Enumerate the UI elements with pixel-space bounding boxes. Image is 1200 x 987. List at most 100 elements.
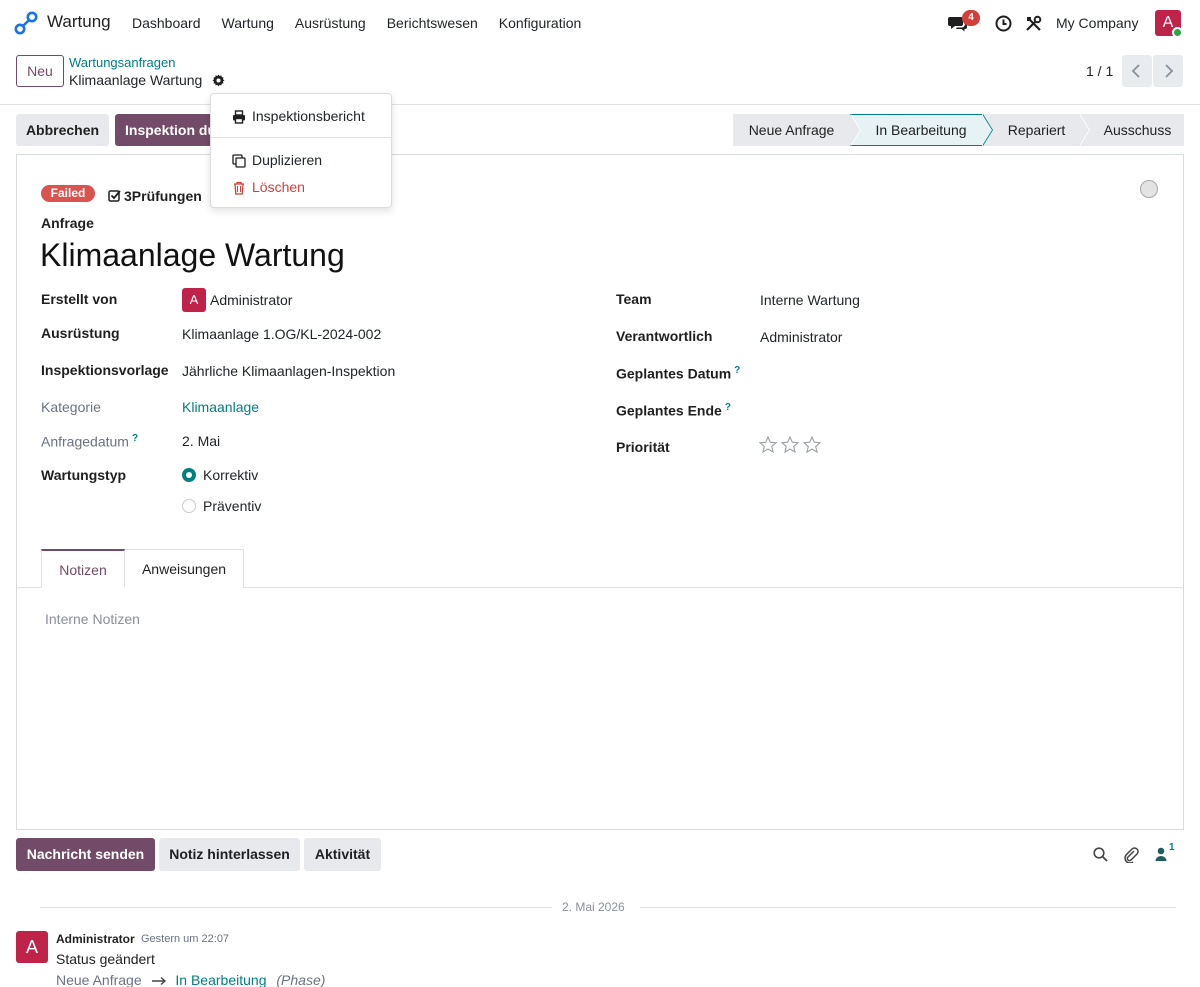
- checkbox-icon: [108, 190, 121, 202]
- field-label-priority: Priorität: [616, 439, 670, 455]
- status-bar: Neue Anfrage In Bearbeitung Repariert Au…: [733, 114, 1184, 146]
- date-separator: 2. Mai 2026: [562, 900, 625, 914]
- star-icon[interactable]: [759, 436, 777, 453]
- message-author[interactable]: Administrator: [56, 932, 135, 946]
- company-switcher[interactable]: My Company: [1056, 15, 1138, 31]
- menu-konfiguration[interactable]: Konfiguration: [499, 15, 582, 31]
- copy-icon: [232, 154, 246, 168]
- breadcrumb-parent[interactable]: Wartungsanfragen: [69, 55, 175, 70]
- search-icon[interactable]: [1093, 847, 1108, 862]
- label-text: Geplantes Datum: [616, 365, 732, 382]
- dropdown-divider: [211, 137, 391, 138]
- paperclip-icon[interactable]: [1123, 846, 1139, 863]
- chevron-right-icon: [1165, 64, 1174, 78]
- field-value-request-date[interactable]: 2. Mai: [182, 433, 220, 449]
- stage-in-bearbeitung[interactable]: In Bearbeitung: [850, 114, 993, 146]
- radio-label-corrective[interactable]: Korrektiv: [203, 467, 258, 483]
- stage-neue-anfrage[interactable]: Neue Anfrage: [733, 114, 861, 146]
- gear-dropdown-menu: Inspektionsbericht Duplizieren Löschen: [210, 93, 392, 208]
- kanban-state-circle[interactable]: [1140, 180, 1158, 198]
- field-label-inspection-template: Inspektionsvorlage: [41, 362, 169, 378]
- message-body: Status geändert: [56, 951, 155, 967]
- chevron-left-icon: [1131, 64, 1140, 78]
- checks-label: Prüfungen: [131, 188, 202, 204]
- field-label-maintenance-type: Wartungstyp: [41, 467, 127, 483]
- field-value-responsible[interactable]: Administrator: [760, 329, 842, 345]
- top-navbar: Wartung Dashboard Wartung Ausrüstung Ber…: [0, 0, 1200, 46]
- pager-value[interactable]: 1 / 1: [1086, 63, 1113, 79]
- follower-icon[interactable]: [1155, 847, 1167, 861]
- field-label-equipment: Ausrüstung: [41, 325, 120, 341]
- field-value-inspection-template[interactable]: Jährliche Klimaanlagen-Inspektion: [182, 363, 395, 379]
- priority-stars: [759, 436, 821, 453]
- stage-repariert[interactable]: Repariert: [982, 114, 1090, 146]
- online-status-dot: [1172, 27, 1183, 38]
- field-value-created-by[interactable]: Administrator: [210, 292, 292, 308]
- date-divider-left: [40, 907, 552, 908]
- log-note-button[interactable]: Notiz hinterlassen: [159, 838, 300, 871]
- help-tooltip-icon[interactable]: ?: [725, 402, 731, 413]
- field-value-team[interactable]: Interne Wartung: [760, 292, 860, 308]
- new-button[interactable]: Neu: [16, 55, 64, 87]
- send-message-button[interactable]: Nachricht senden: [16, 838, 155, 871]
- avatar[interactable]: A: [16, 931, 48, 963]
- cancel-button[interactable]: Abbrechen: [16, 114, 109, 146]
- tab-notizen[interactable]: Notizen: [41, 549, 125, 588]
- date-divider-right: [640, 907, 1176, 908]
- star-icon[interactable]: [803, 436, 821, 453]
- menu-ausruestung[interactable]: Ausrüstung: [295, 15, 366, 31]
- field-label-responsible: Verantwortlich: [616, 328, 713, 344]
- tab-anweisungen[interactable]: Anweisungen: [124, 549, 244, 588]
- inspect-button[interactable]: Inspektion durchführen: [115, 114, 215, 146]
- menu-item-label: Löschen: [252, 179, 305, 195]
- tracking-new-value: In Bearbeitung: [175, 972, 267, 987]
- radio-corrective[interactable]: [182, 468, 196, 482]
- status-badge: Failed: [41, 185, 95, 202]
- radio-label-preventive[interactable]: Präventiv: [203, 498, 261, 514]
- radio-preventive[interactable]: [182, 499, 196, 513]
- menu-item-inspection-report[interactable]: Inspektionsbericht: [211, 108, 391, 124]
- app-logo-icon[interactable]: [14, 11, 38, 35]
- breadcrumb-current: Klimaanlage Wartung: [69, 72, 203, 88]
- clock-icon[interactable]: [995, 15, 1012, 32]
- field-value-scheduled-date[interactable]: [760, 366, 1140, 384]
- tools-icon[interactable]: [1025, 15, 1042, 32]
- menu-item-delete[interactable]: Löschen: [211, 179, 391, 195]
- app-name[interactable]: Wartung: [47, 12, 111, 32]
- field-value-scheduled-end[interactable]: [760, 403, 1140, 421]
- field-label-scheduled-end: Geplantes Ende?: [616, 402, 731, 419]
- menu-wartung[interactable]: Wartung: [222, 15, 274, 31]
- print-icon: [233, 110, 245, 124]
- star-icon[interactable]: [781, 436, 799, 453]
- field-value-category[interactable]: Klimaanlage: [182, 399, 259, 415]
- avatar: A: [182, 288, 206, 312]
- notes-input[interactable]: Interne Notizen: [45, 611, 140, 627]
- checks-smart-button[interactable]: 3Prüfungen: [108, 188, 202, 204]
- field-label-category: Kategorie: [41, 399, 101, 415]
- menu-item-duplicate[interactable]: Duplizieren: [211, 152, 391, 168]
- trash-icon: [234, 181, 244, 195]
- activity-button[interactable]: Aktivität: [304, 838, 381, 871]
- field-label-scheduled-date: Geplantes Datum?: [616, 365, 740, 382]
- follower-count[interactable]: 1: [1169, 842, 1175, 853]
- field-value-equipment[interactable]: Klimaanlage 1.OG/KL-2024-002: [182, 326, 381, 342]
- help-tooltip-icon[interactable]: ?: [132, 433, 138, 444]
- stage-label: In Bearbeitung: [875, 122, 967, 138]
- stage-label: Repariert: [1007, 122, 1066, 138]
- menu-dashboard[interactable]: Dashboard: [132, 15, 201, 31]
- label-text: Geplantes Ende: [616, 402, 722, 419]
- pager-previous-button[interactable]: [1122, 55, 1152, 87]
- menu-berichtswesen[interactable]: Berichtswesen: [387, 15, 478, 31]
- stage-ausschuss[interactable]: Ausschuss: [1079, 114, 1184, 146]
- pager-next-button[interactable]: [1153, 55, 1183, 87]
- chat-badge: 4: [962, 10, 980, 26]
- label-text: Anfragedatum: [41, 433, 129, 450]
- message-time: Gestern um 22:07: [141, 933, 230, 945]
- gear-icon[interactable]: [212, 74, 225, 87]
- tracking-value: Neue Anfrage In Bearbeitung (Phase): [56, 972, 325, 987]
- record-title[interactable]: Klimaanlage Wartung: [40, 237, 345, 274]
- main-menu: Dashboard Wartung Ausrüstung Berichtswes…: [132, 15, 602, 31]
- field-label-request-date: Anfragedatum?: [41, 433, 138, 450]
- stage-label: Neue Anfrage: [748, 122, 835, 138]
- help-tooltip-icon[interactable]: ?: [734, 365, 740, 376]
